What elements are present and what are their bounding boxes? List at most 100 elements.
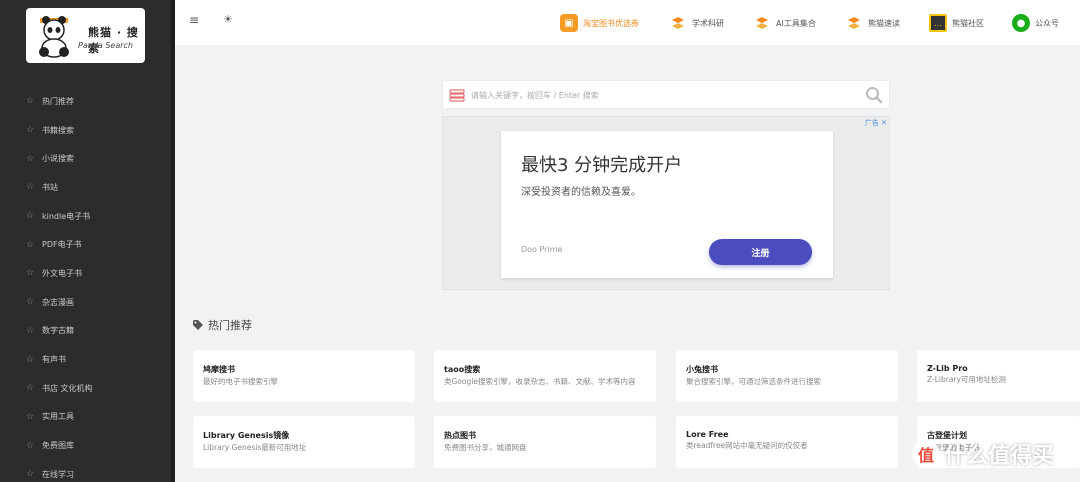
toplink-label: 熊猫速读 bbox=[868, 18, 900, 28]
sidebar-item-label: 免费图库 bbox=[42, 441, 74, 451]
sidebar-item-hot[interactable]: ☆ 热门推荐 bbox=[0, 87, 171, 116]
card-title: 热点图书 bbox=[444, 431, 476, 440]
sidebar-item-label: 实用工具 bbox=[42, 412, 74, 422]
toplink-speed-read[interactable]: 熊猫速读 bbox=[845, 13, 900, 33]
taobao-icon: ▣ bbox=[560, 14, 578, 32]
site-card[interactable]: 小兔搜书 聚合搜索引擎，可通过筛选条件进行搜索 bbox=[676, 350, 898, 402]
site-card[interactable]: 鸠摩搜书 最好的电子书搜索引擎 bbox=[193, 350, 415, 402]
toplink-taobao[interactable]: ▣ 淘宝图书优选券 bbox=[560, 13, 639, 33]
panda-logo-icon bbox=[39, 16, 69, 58]
sidebar-item-book-sites[interactable]: ☆ 书站 bbox=[0, 173, 171, 202]
sidebar: 熊猫 · 搜索 Panda Search ☆ 热门推荐 ☆ 书籍搜索 ☆ 小说搜索 ☆… bbox=[0, 0, 171, 482]
sidebar-item-foreign[interactable]: ☆ 外文电子书 bbox=[0, 259, 171, 288]
sidebar-item-bookstore[interactable]: ☆ 书店 文化机构 bbox=[0, 374, 171, 403]
sidebar-item-label: 数字古籍 bbox=[42, 326, 74, 336]
star-icon: ☆ bbox=[26, 354, 35, 365]
sidebar-item-label: 书店 文化机构 bbox=[42, 383, 93, 393]
toplink-ai-tools[interactable]: AI工具集合 bbox=[753, 13, 816, 33]
site-card[interactable]: Lore Free 类readfree网站中毫无疑问的佼佼者 bbox=[676, 416, 898, 468]
book-icon bbox=[449, 89, 465, 102]
search-icon[interactable] bbox=[865, 86, 883, 104]
card-desc: 免费图书分享，城通网盘 bbox=[444, 443, 527, 452]
watermark-text: 什么值得买 bbox=[944, 444, 1055, 469]
card-title: Z-Lib Pro bbox=[927, 364, 968, 373]
tools-icon bbox=[756, 17, 768, 29]
sidebar-item-label: 书站 bbox=[42, 182, 58, 192]
star-icon: ☆ bbox=[26, 440, 35, 451]
star-icon: ☆ bbox=[26, 268, 35, 279]
ad-card[interactable]: 最快3 分钟完成开户 深受投资者的信赖及喜爱。 Doo Prime 注册 bbox=[501, 131, 833, 278]
star-icon: ☆ bbox=[26, 411, 35, 422]
star-icon: ☆ bbox=[26, 239, 35, 250]
tag-icon bbox=[193, 320, 203, 330]
star-icon: ☆ bbox=[26, 96, 35, 107]
toplink-wechat[interactable]: ● 公众号 bbox=[1012, 13, 1059, 33]
sidebar-item-label: 杂志漫画 bbox=[42, 297, 74, 307]
card-title: taoo搜索 bbox=[444, 365, 481, 374]
sidebar-item-ancient[interactable]: ☆ 数字古籍 bbox=[0, 317, 171, 346]
sidebar-nav: ☆ 热门推荐 ☆ 书籍搜索 ☆ 小说搜索 ☆ 书站 ☆ kindle电子书 ☆ PDF电子书… bbox=[0, 87, 171, 482]
star-icon: ☆ bbox=[26, 383, 35, 394]
search-input[interactable] bbox=[471, 85, 851, 105]
sidebar-item-pdf[interactable]: ☆ PDF电子书 bbox=[0, 230, 171, 259]
sidebar-item-label: 外文电子书 bbox=[42, 268, 82, 278]
site-logo[interactable]: 熊猫 · 搜索 Panda Search bbox=[26, 8, 145, 63]
ad-register-button[interactable]: 注册 bbox=[709, 239, 812, 265]
card-title: 小兔搜书 bbox=[686, 365, 718, 374]
sidebar-item-audio[interactable]: ☆ 有声书 bbox=[0, 345, 171, 374]
star-icon: ☆ bbox=[26, 153, 35, 164]
ad-title: 最快3 分钟完成开户 bbox=[521, 155, 683, 176]
toplink-academic[interactable]: 学术科研 bbox=[669, 13, 724, 33]
toplink-community[interactable]: … 熊猫社区 bbox=[929, 13, 984, 33]
card-title: 鸠摩搜书 bbox=[203, 365, 235, 374]
ad-close-tag[interactable]: 广告 ✕ bbox=[865, 118, 887, 128]
watermark: 值 什么值得买 bbox=[912, 438, 1054, 470]
sidebar-item-gallery[interactable]: ☆ 免费图库 bbox=[0, 431, 171, 460]
tools-icon bbox=[848, 17, 860, 29]
sidebar-item-label: 小说搜索 bbox=[42, 154, 74, 164]
sidebar-item-book-search[interactable]: ☆ 书籍搜索 bbox=[0, 116, 171, 145]
star-icon: ☆ bbox=[26, 182, 35, 193]
ad-subtitle: 深受投资者的信赖及喜爱。 bbox=[521, 187, 641, 198]
site-card[interactable]: Z-Lib Pro Z-Library可用地址检测 bbox=[917, 350, 1080, 402]
card-title: Lore Free bbox=[686, 430, 729, 439]
top-bar: ≡ ☀ ▣ 淘宝图书优选券 学术科研 AI工具集合 熊猫速读 … 熊猫社区 ● … bbox=[175, 0, 1080, 45]
star-icon: ☆ bbox=[26, 297, 35, 308]
sidebar-item-tools[interactable]: ☆ 实用工具 bbox=[0, 403, 171, 432]
theme-toggle-icon[interactable]: ☀ bbox=[223, 13, 233, 26]
menu-icon[interactable]: ≡ bbox=[189, 13, 199, 27]
star-icon: ☆ bbox=[26, 211, 35, 222]
sidebar-item-label: 热门推荐 bbox=[42, 96, 74, 106]
site-card[interactable]: Library Genesis镜像 Library Genesis最新可用地址 bbox=[193, 416, 415, 468]
community-icon: … bbox=[929, 14, 947, 32]
sidebar-edge bbox=[171, 0, 175, 482]
tools-icon bbox=[672, 17, 684, 29]
card-desc: 聚合搜索引擎，可通过筛选条件进行搜索 bbox=[686, 377, 821, 386]
search-bar bbox=[442, 80, 890, 109]
star-icon: ☆ bbox=[26, 125, 35, 136]
card-desc: 类readfree网站中毫无疑问的佼佼者 bbox=[686, 441, 808, 450]
toplink-label: 学术科研 bbox=[692, 18, 724, 28]
sidebar-item-novel-search[interactable]: ☆ 小说搜索 bbox=[0, 144, 171, 173]
card-desc: 类Google搜索引擎，收录杂志、书籍、文献、学术等内容 bbox=[444, 377, 636, 386]
sidebar-item-label: PDF电子书 bbox=[42, 240, 82, 250]
toplink-label: 公众号 bbox=[1035, 18, 1059, 28]
sidebar-item-label: 有声书 bbox=[42, 355, 66, 365]
star-icon: ☆ bbox=[26, 469, 35, 480]
star-icon: ☆ bbox=[26, 325, 35, 336]
sidebar-item-label: kindle电子书 bbox=[42, 211, 91, 221]
site-card[interactable]: taoo搜索 类Google搜索引擎，收录杂志、书籍、文献、学术等内容 bbox=[434, 350, 656, 402]
sidebar-item-kindle[interactable]: ☆ kindle电子书 bbox=[0, 202, 171, 231]
site-card[interactable]: 热点图书 免费图书分享，城通网盘 bbox=[434, 416, 656, 468]
card-desc: Z-Library可用地址检测 bbox=[927, 375, 1006, 384]
sidebar-item-label: 在线学习 bbox=[42, 469, 74, 479]
sidebar-item-label: 书籍搜索 bbox=[42, 125, 74, 135]
sidebar-item-magazine[interactable]: ☆ 杂志漫画 bbox=[0, 288, 171, 317]
logo-subtitle: Panda Search bbox=[78, 41, 133, 50]
card-title: Library Genesis镜像 bbox=[203, 431, 290, 440]
logo-title: 熊猫 · 搜索 bbox=[88, 26, 139, 55]
toplink-label: 熊猫社区 bbox=[952, 18, 984, 28]
sidebar-item-learning[interactable]: ☆ 在线学习 bbox=[0, 460, 171, 482]
watermark-badge: 值 bbox=[912, 440, 940, 468]
ad-brand: Doo Prime bbox=[521, 245, 563, 254]
